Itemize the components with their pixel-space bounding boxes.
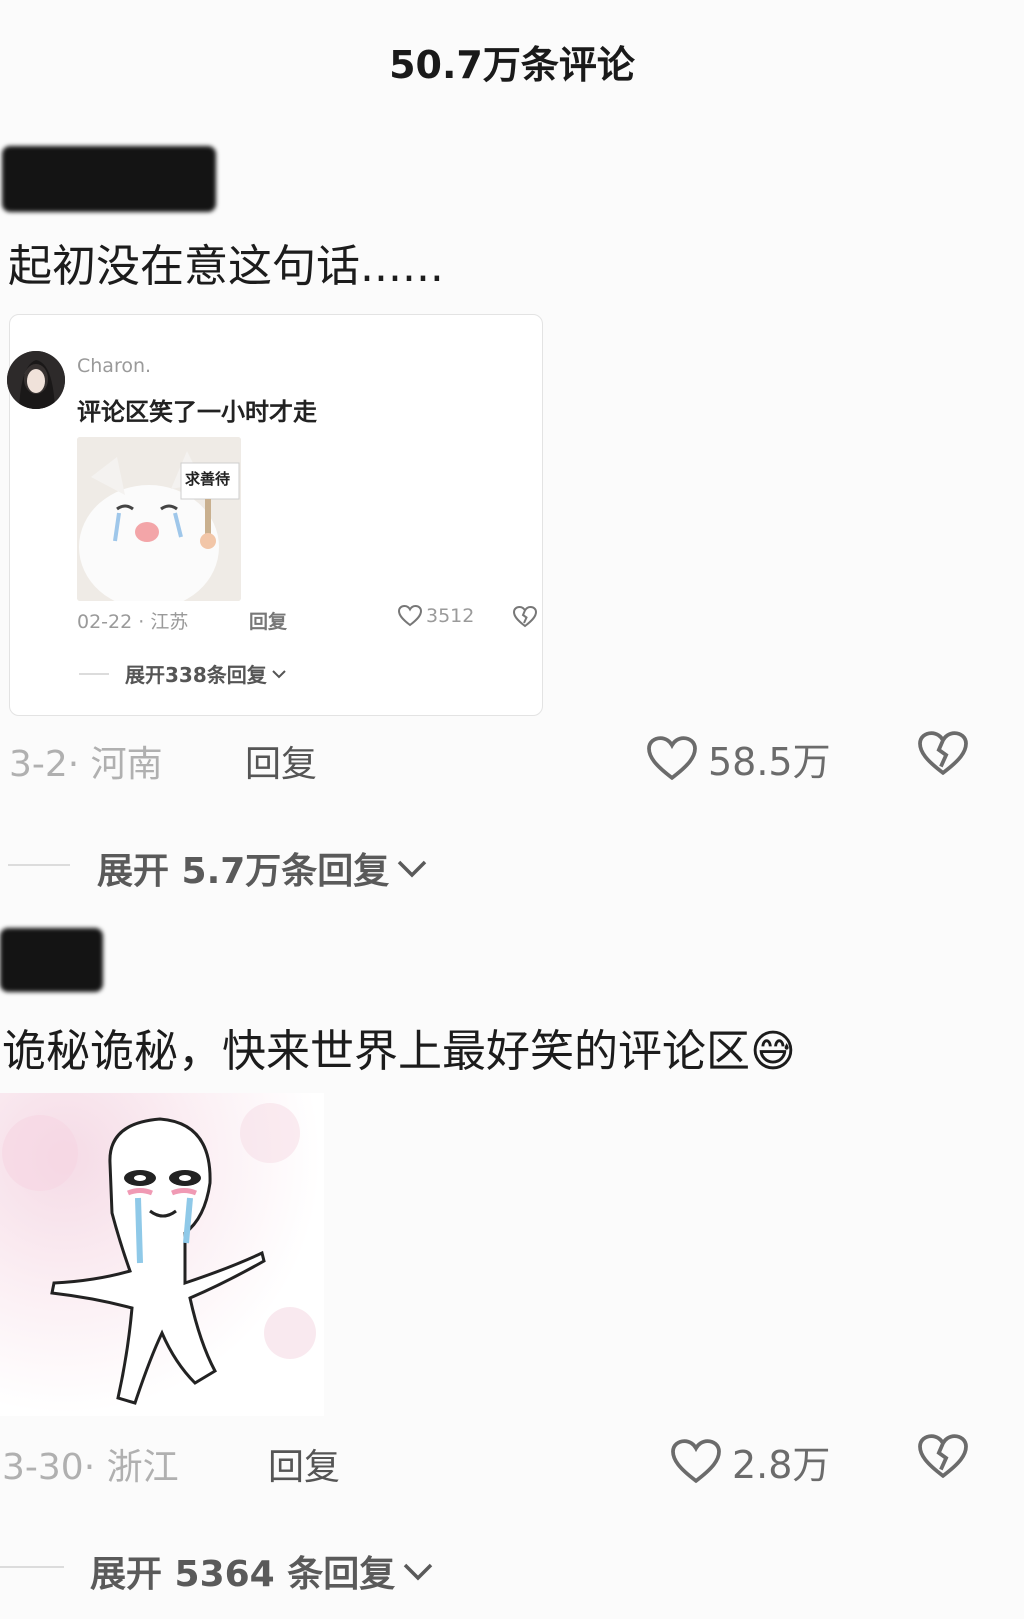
comment-text[interactable]: 诡秘诡秘，快来世界上最好笑的评论区😅: [2, 1015, 796, 1079]
reply-button[interactable]: 回复: [268, 1438, 340, 1490]
expand-replies-label: 展开 5364 条回复: [90, 1554, 396, 1595]
comment-date-location: 3-2· 河南: [9, 744, 163, 785]
quoted-expand-label: 展开338条回复: [125, 663, 267, 687]
like-button[interactable]: 58.5万: [646, 731, 831, 786]
heart-icon: [398, 605, 422, 627]
reply-button[interactable]: 回复: [245, 735, 317, 787]
redacted-username: [2, 146, 216, 212]
cat-sticker-image: [77, 437, 241, 601]
redacted-username: [0, 928, 103, 992]
like-count: 2.8万: [732, 1443, 831, 1487]
comment-count-title: 50.7万条评论: [389, 43, 635, 87]
chevron-down-icon: [272, 669, 286, 678]
broken-heart-icon[interactable]: [917, 1434, 969, 1480]
grin-sweat-emoji: 😅: [750, 1026, 796, 1077]
avatar: [7, 351, 65, 409]
expand-replies-label: 展开 5.7万条回复: [97, 851, 390, 892]
heart-icon: [671, 1438, 721, 1483]
comment-text-body: 诡秘诡秘，快来世界上最好笑的评论区: [2, 1026, 750, 1077]
divider: [79, 673, 109, 675]
quoted-reply-button[interactable]: 回复: [249, 607, 287, 634]
quoted-date-location: 02-22 · 江苏: [77, 611, 189, 633]
chevron-down-icon: [404, 1563, 433, 1581]
broken-heart-icon[interactable]: [917, 731, 969, 777]
broken-heart-icon[interactable]: [513, 606, 537, 628]
divider: [8, 864, 70, 866]
heart-icon: [647, 735, 697, 780]
like-count: 58.5万: [708, 740, 831, 784]
sign-text: 求善待: [185, 470, 231, 488]
comment-date-location: 3-30· 浙江: [2, 1447, 179, 1488]
quoted-like-button[interactable]: 3512: [398, 605, 474, 627]
expand-replies-button[interactable]: 展开 5364 条回复: [90, 1545, 435, 1597]
like-button[interactable]: 2.8万: [670, 1434, 830, 1489]
chevron-down-icon: [398, 860, 427, 878]
divider: [0, 1566, 64, 1568]
quoted-expand-replies-button[interactable]: 展开338条回复: [125, 659, 287, 688]
comment-text[interactable]: 起初没在意这句话......: [8, 230, 444, 294]
quoted-comment-text: 评论区笑了一小时才走: [77, 398, 317, 426]
quoted-like-count: 3512: [426, 605, 475, 627]
expand-replies-button[interactable]: 展开 5.7万条回复: [97, 842, 429, 894]
quoted-username: Charon.: [77, 355, 152, 377]
meme-sticker-image: [0, 1093, 324, 1416]
